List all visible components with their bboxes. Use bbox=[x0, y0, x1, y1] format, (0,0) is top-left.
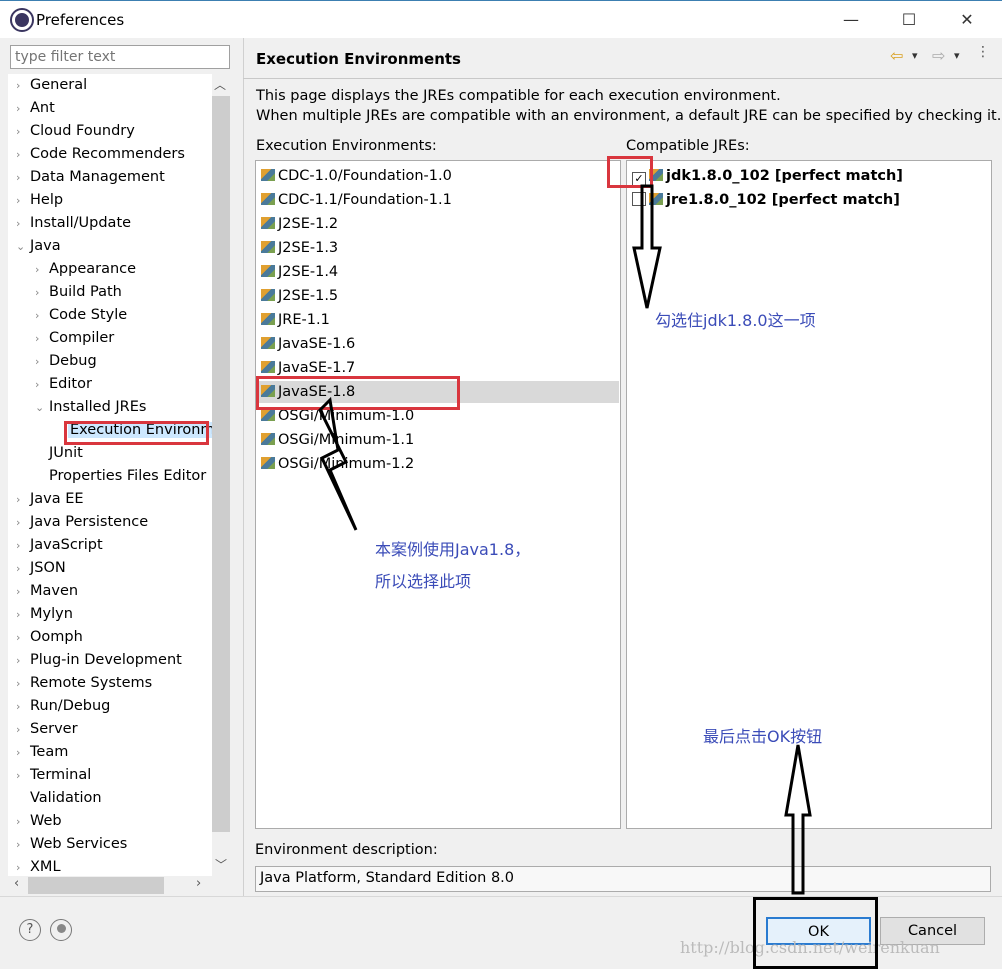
note-click-ok: 最后点击OK按钮 bbox=[703, 727, 823, 746]
zigzag-arrow-env bbox=[318, 396, 358, 531]
note-check-jdk: 勾选住jdk1.8.0这一项 bbox=[655, 311, 816, 330]
note-java-version: 本案例使用Java1.8， bbox=[375, 540, 531, 559]
arrow-up-ok bbox=[784, 744, 812, 895]
note-select-item: 所以选择此项 bbox=[375, 572, 472, 591]
arrow-down-checkbox bbox=[632, 184, 662, 309]
annotation-arrows bbox=[318, 184, 812, 895]
